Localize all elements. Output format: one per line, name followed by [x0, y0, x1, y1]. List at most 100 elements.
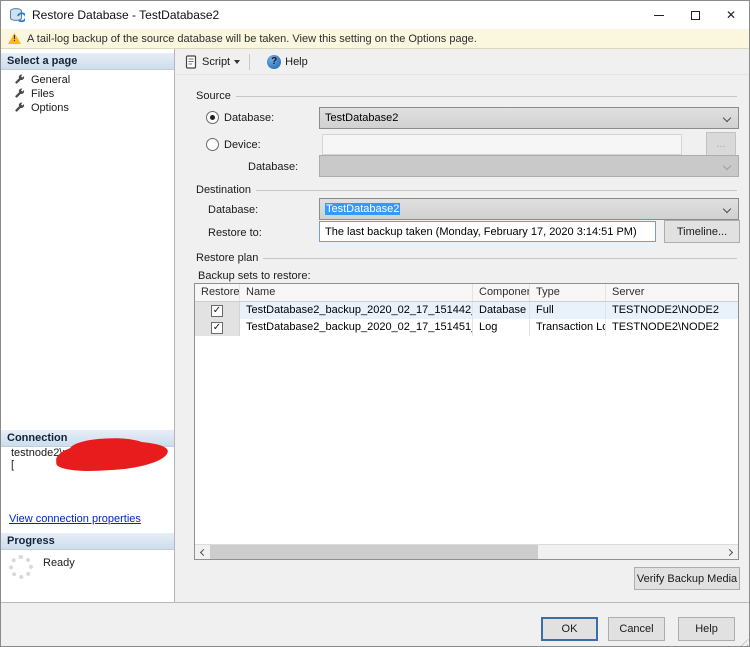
- verify-backup-media-button[interactable]: Verify Backup Media: [634, 567, 740, 590]
- type-cell: Full: [530, 302, 606, 319]
- source-database-radio[interactable]: [206, 111, 219, 124]
- type-cell: Transaction Log: [530, 319, 606, 336]
- view-connection-properties-link[interactable]: View connection properties: [9, 513, 141, 525]
- backup-name-cell: TestDatabase2_backup_2020_02_17_151442_6…: [240, 302, 473, 319]
- warning-text: A tail-log backup of the source database…: [27, 32, 477, 45]
- minimize-icon: [654, 14, 664, 16]
- source-database-radio-label: Database:: [224, 112, 275, 124]
- source-device-radio[interactable]: [206, 138, 219, 151]
- script-label: Script: [202, 55, 231, 68]
- wrench-icon: [15, 102, 25, 112]
- restore-checkbox[interactable]: ✓: [211, 304, 223, 317]
- timeline-button[interactable]: Timeline...: [664, 220, 740, 243]
- ok-label: OK: [561, 623, 578, 635]
- destination-database-value: TestDatabase2: [325, 203, 401, 215]
- backup-sets-label: Backup sets to restore:: [198, 270, 311, 282]
- verify-backup-media-label: Verify Backup Media: [636, 572, 738, 585]
- help-label: Help: [695, 623, 718, 635]
- column-header-restore[interactable]: Restore: [195, 284, 240, 301]
- restore-plan-legend: Restore plan: [196, 252, 259, 264]
- source-group: Source: [196, 90, 737, 102]
- scroll-left-arrow[interactable]: [195, 545, 210, 559]
- window-controls: ✕: [641, 1, 749, 29]
- wrench-icon: [15, 74, 25, 84]
- restore-plan-group: Restore plan: [196, 252, 737, 264]
- column-header-component[interactable]: Component: [473, 284, 530, 301]
- restore-checkbox[interactable]: ✓: [211, 321, 223, 334]
- chevron-down-icon: [722, 204, 732, 214]
- source-database-select[interactable]: TestDatabase2: [319, 107, 739, 129]
- column-header-type[interactable]: Type: [530, 284, 606, 301]
- progress-header: Progress: [1, 533, 174, 550]
- help-toolbar-button[interactable]: ? Help: [258, 51, 313, 73]
- column-header-server[interactable]: Server: [606, 284, 736, 301]
- maximize-icon: [690, 10, 700, 20]
- group-divider: [256, 189, 737, 191]
- table-header-row: Restore Name Component Type Server: [195, 284, 738, 302]
- window-title: Restore Database - TestDatabase2: [32, 8, 220, 22]
- cancel-button[interactable]: Cancel: [608, 617, 665, 641]
- server-cell: TESTNODE2\NODE2: [612, 304, 719, 316]
- sidebar-item-label: Files: [31, 87, 55, 100]
- resize-grip[interactable]: [736, 635, 748, 646]
- group-divider: [263, 257, 737, 259]
- warning-icon: [8, 33, 21, 44]
- destination-group: Destination: [196, 184, 737, 196]
- wrench-icon: [15, 88, 25, 98]
- restore-database-dialog: Restore Database - TestDatabase2 ✕ A tai…: [0, 0, 750, 647]
- script-button[interactable]: Script: [180, 51, 245, 73]
- maximize-button[interactable]: [677, 1, 713, 29]
- sidebar-item-files[interactable]: Files: [1, 86, 174, 101]
- device-browse-button[interactable]: ...: [706, 132, 736, 156]
- table-row[interactable]: ✓ TestDatabase2_backup_2020_02_17_151451…: [195, 319, 738, 336]
- group-divider: [235, 95, 737, 97]
- toolbar: Script ? Help: [176, 49, 749, 75]
- connection-header-label: Connection: [7, 432, 68, 444]
- scrollbar-thumb[interactable]: [210, 545, 538, 559]
- browse-ellipsis-label: ...: [716, 138, 726, 150]
- warning-bar: A tail-log backup of the source database…: [1, 29, 749, 49]
- destination-database-select[interactable]: TestDatabase2: [319, 198, 739, 220]
- chevron-down-icon: [234, 59, 241, 64]
- sidebar: Select a page General Files Options Conn…: [1, 49, 200, 602]
- server-cell: TESTNODE2\NODE2: [612, 321, 719, 333]
- help-icon: ?: [267, 54, 282, 69]
- destination-legend: Destination: [196, 184, 252, 196]
- help-button[interactable]: Help: [678, 617, 735, 641]
- restore-checkbox-cell: ✓: [195, 302, 240, 319]
- backup-sets-table: Restore Name Component Type Server ✓ Tes…: [194, 283, 739, 560]
- close-button[interactable]: ✕: [713, 1, 749, 29]
- cancel-label: Cancel: [619, 623, 654, 635]
- sidebar-item-options[interactable]: Options: [1, 100, 174, 115]
- main-panel: Script ? Help Source Database: TestDatab…: [176, 49, 749, 602]
- ok-button[interactable]: OK: [541, 617, 598, 641]
- select-a-page-label: Select a page: [7, 55, 78, 67]
- device-input[interactable]: [322, 134, 682, 155]
- horizontal-scrollbar[interactable]: [195, 544, 738, 559]
- source-device-radio-label: Device:: [224, 139, 261, 151]
- scroll-right-arrow[interactable]: [723, 545, 738, 559]
- source-device-database-select[interactable]: [319, 155, 739, 177]
- restore-to-label: Restore to:: [208, 227, 262, 239]
- backup-name-cell: TestDatabase2_backup_2020_02_17_151451_8…: [240, 319, 473, 336]
- footer: OK Cancel Help: [1, 602, 749, 646]
- restore-checkbox-cell: ✓: [195, 319, 240, 336]
- sidebar-item-label: General: [31, 73, 71, 86]
- script-icon: [185, 54, 197, 69]
- restore-database-icon: [9, 7, 27, 23]
- component-cell: Log: [473, 319, 530, 336]
- minimize-button[interactable]: [641, 1, 677, 29]
- restore-to-value: The last backup taken (Monday, February …: [325, 225, 637, 238]
- select-a-page-header: Select a page: [1, 53, 174, 70]
- restore-to-input[interactable]: The last backup taken (Monday, February …: [319, 221, 656, 242]
- column-header-name[interactable]: Name: [240, 284, 473, 301]
- progress-header-label: Progress: [7, 535, 55, 547]
- table-row[interactable]: ✓ TestDatabase2_backup_2020_02_17_151442…: [195, 302, 738, 319]
- progress-spinner-icon: [9, 555, 33, 579]
- chevron-down-icon: [722, 161, 732, 171]
- progress-status: Ready: [43, 557, 75, 569]
- destination-database-label: Database:: [208, 204, 259, 216]
- sidebar-item-general[interactable]: General: [1, 72, 174, 87]
- close-icon: ✕: [725, 8, 737, 22]
- toolbar-separator: [249, 53, 251, 70]
